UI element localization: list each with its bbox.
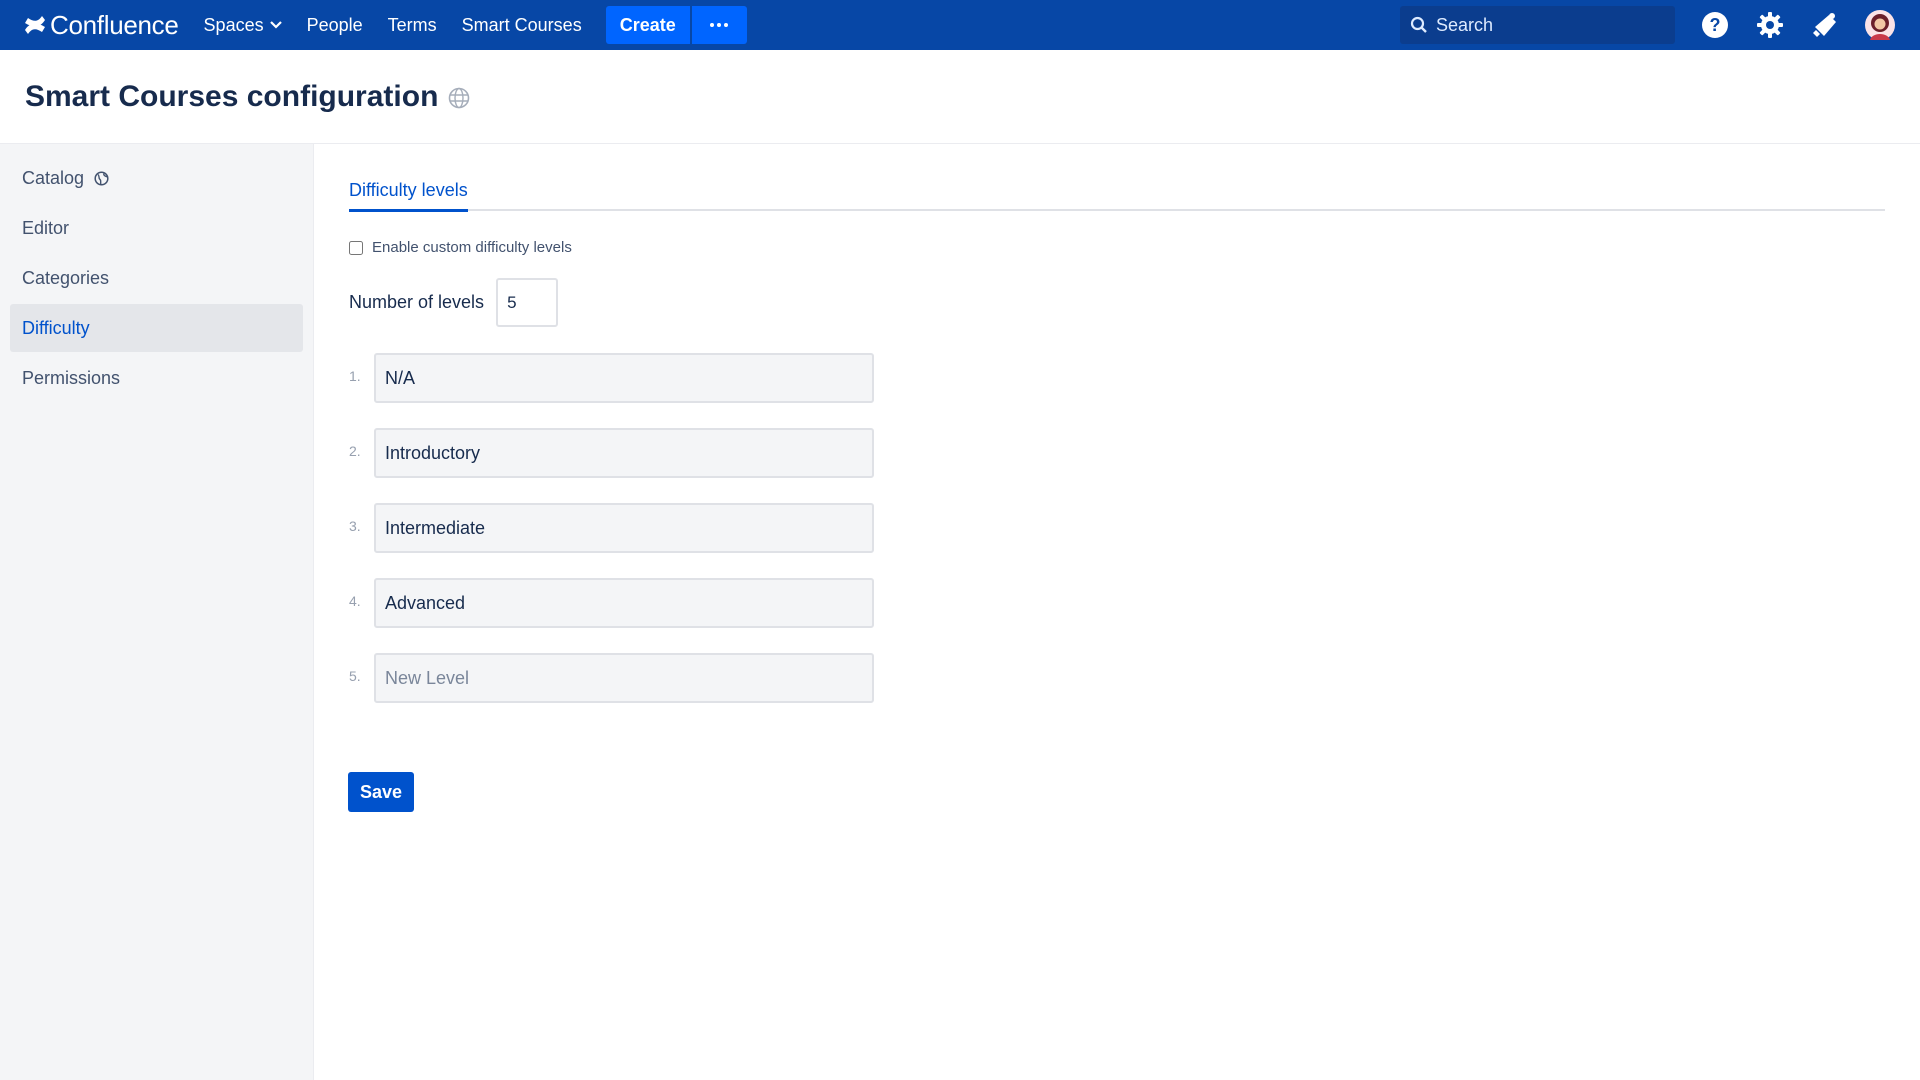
nav-terms-label: Terms [387, 14, 437, 35]
sidebar-item-difficulty[interactable]: Difficulty [10, 304, 303, 352]
sidebar-item-label: Catalog [22, 167, 85, 188]
help-icon: ? [1702, 12, 1728, 38]
level-row: 5. [349, 653, 874, 703]
sidebar-item-categories[interactable]: Categories [10, 254, 303, 302]
nav-spaces-label: Spaces [203, 14, 264, 35]
nav-people-label: People [306, 14, 363, 35]
confluence-logo[interactable]: Confluence [24, 10, 179, 41]
megaphone-icon [1813, 13, 1836, 37]
globe-icon [448, 87, 470, 109]
level-number: 2. [349, 443, 361, 459]
nav-spaces[interactable]: Spaces [204, 0, 282, 50]
create-button[interactable]: Create [605, 6, 690, 44]
level-name-input[interactable] [374, 353, 874, 403]
nav-smart-courses[interactable]: Smart Courses [462, 0, 582, 50]
save-button[interactable]: Save [348, 772, 414, 812]
level-number: 5. [349, 668, 361, 684]
level-number: 3. [349, 518, 361, 534]
logo-text: Confluence [50, 9, 179, 40]
avatar[interactable] [1864, 9, 1896, 41]
confluence-logo-icon [25, 16, 45, 34]
search-box[interactable] [1400, 6, 1675, 44]
sidebar: Catalog Editor Categories Difficulty Per… [0, 144, 314, 1080]
sidebar-item-label: Permissions [22, 367, 121, 388]
level-row: 2. [349, 428, 874, 478]
level-name-input[interactable] [374, 653, 874, 703]
page-title: Smart Courses configuration [25, 79, 439, 113]
nav-smart-courses-label: Smart Courses [461, 14, 582, 35]
enable-custom-levels-checkbox[interactable] [349, 240, 363, 255]
level-name-input[interactable] [374, 428, 874, 478]
checkbox-label: Enable custom difficulty levels [372, 239, 572, 256]
level-row: 4. [349, 578, 874, 628]
settings-button[interactable] [1754, 9, 1786, 41]
sidebar-item-label: Difficulty [22, 317, 90, 338]
level-name-input[interactable] [374, 503, 874, 553]
sidebar-item-editor[interactable]: Editor [10, 204, 303, 252]
search-icon [1410, 16, 1427, 33]
gear-icon [1757, 12, 1783, 38]
level-name-input[interactable] [374, 578, 874, 628]
globe-icon [94, 170, 109, 186]
tab-bar: Difficulty levels [349, 144, 1885, 212]
number-of-levels-label: Number of levels [349, 292, 485, 312]
main-content: Difficulty levels Enable custom difficul… [348, 144, 1885, 812]
level-row: 3. [349, 503, 874, 553]
level-row: 1. [349, 353, 874, 403]
page-header: Smart Courses configuration [0, 50, 1920, 144]
tab-difficulty-levels[interactable]: Difficulty levels [349, 180, 468, 212]
number-of-levels-row: Number of levels [349, 278, 559, 327]
custom-levels-option[interactable]: Enable custom difficulty levels [349, 239, 572, 256]
nav-people[interactable]: People [307, 0, 363, 50]
notifications-button[interactable] [1809, 9, 1841, 41]
avatar-icon [1865, 10, 1895, 40]
sidebar-item-label: Categories [22, 267, 110, 288]
nav-terms[interactable]: Terms [388, 0, 437, 50]
sidebar-item-label: Editor [22, 217, 70, 238]
number-of-levels-input[interactable] [496, 278, 559, 327]
sidebar-item-permissions[interactable]: Permissions [10, 354, 303, 402]
search-input[interactable] [1436, 14, 1656, 36]
level-number: 1. [349, 368, 361, 384]
top-navigation-bar: Confluence Spaces People Terms Smart Cou… [0, 0, 1920, 50]
help-button[interactable]: ? [1699, 9, 1731, 41]
svg-text:?: ? [1710, 15, 1721, 35]
more-button[interactable] [691, 6, 747, 44]
sidebar-item-catalog[interactable]: Catalog [10, 154, 303, 202]
chevron-down-icon [269, 21, 282, 29]
level-number: 4. [349, 593, 361, 609]
more-icon [710, 23, 729, 27]
